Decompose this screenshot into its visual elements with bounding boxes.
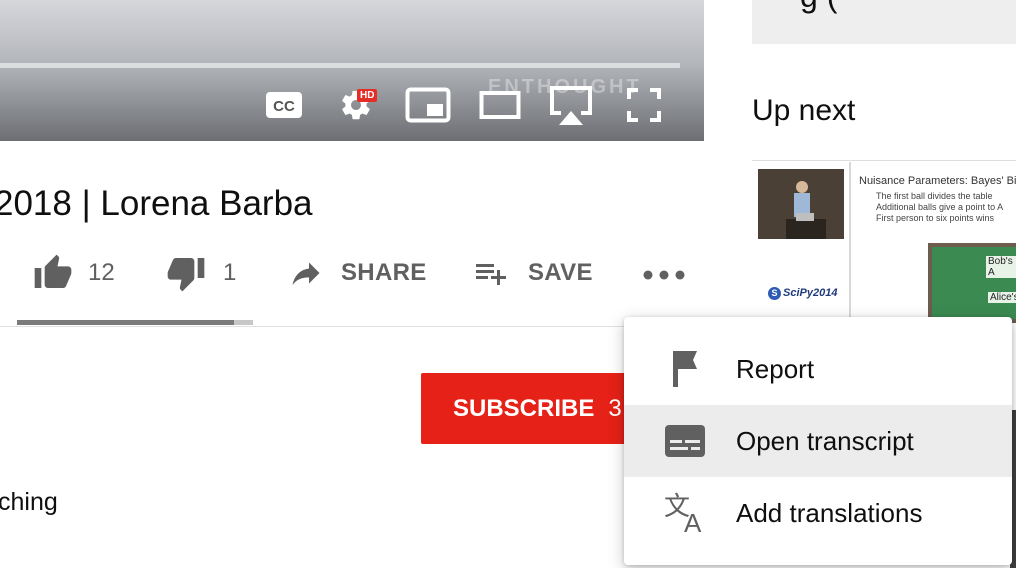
svg-text:A: A (684, 508, 702, 535)
billiard-table-graphic (928, 243, 1016, 323)
menu-item-label: Report (736, 353, 815, 384)
speaker-video-frame (758, 169, 844, 239)
menu-item-open-transcript[interactable]: Open transcript (624, 405, 1012, 477)
subtitles-cc-icon: CC (266, 92, 302, 118)
video-title: 2018 | Lorena Barba (0, 184, 313, 223)
slide-bullet: Additional balls give a point to A (876, 202, 1004, 212)
transcript-icon (657, 419, 713, 463)
fullscreen-button[interactable] (622, 86, 666, 124)
subtitles-cc-button[interactable]: CC (262, 86, 306, 124)
slide-label-bob: Bob's A (986, 256, 1016, 278)
slide-bullets: The first ball divides the table Additio… (876, 191, 1003, 224)
subscribe-label: SUBSCRIBE (453, 394, 595, 422)
description-snippet: ching (0, 488, 58, 516)
airplay-button[interactable] (546, 86, 596, 125)
menu-item-label: Open transcript (736, 425, 914, 456)
hd-badge: HD (357, 89, 378, 102)
svg-text:CC: CC (273, 98, 295, 115)
scipy-logo: S SciPy2014 (768, 287, 837, 300)
menu-item-add-translations[interactable]: 文 A Add translations (624, 477, 1012, 549)
sentiment-bar-likes (17, 320, 234, 325)
subscribe-button[interactable]: SUBSCRIBE 3 (421, 373, 651, 444)
more-horizontal-icon (643, 270, 685, 280)
thumbs-up-icon (34, 254, 72, 288)
progress-bar[interactable] (0, 63, 680, 68)
share-icon (292, 262, 320, 285)
miniplayer-icon (405, 87, 451, 123)
share-label: SHARE (341, 259, 427, 286)
more-actions-menu: Report Open transcript 文 A Add translati… (624, 317, 1012, 565)
up-next-heading: Up next (752, 94, 856, 127)
fullscreen-icon (627, 88, 661, 122)
slide-bullet: The first ball divides the table (876, 191, 993, 201)
airplay-icon (550, 86, 592, 125)
scipy-logo-mark: S (768, 287, 781, 300)
like-count: 12 (88, 259, 115, 286)
divider (0, 326, 706, 327)
save-label: SAVE (528, 259, 593, 286)
menu-item-label: Add translations (736, 497, 923, 528)
sidebar-top-card[interactable] (752, 0, 1016, 44)
theater-mode-button[interactable] (477, 86, 523, 124)
scipy-logo-text: SciPy2014 (783, 287, 838, 299)
subscriber-count: 3 (608, 394, 622, 422)
slide-heading: Nuisance Parameters: Bayes' Billia (859, 175, 1016, 187)
video-player[interactable]: ENTHOUGHT CC HD (0, 0, 704, 141)
theater-mode-icon (479, 91, 521, 119)
flag-icon (657, 347, 713, 391)
menu-item-report[interactable]: Report (624, 333, 1012, 405)
sidebar-top-text: g ( (800, 0, 837, 15)
dislike-count: 1 (223, 259, 237, 286)
share-button[interactable]: SHARE (286, 250, 427, 296)
slide-bullet: First person to six points wins (876, 213, 995, 223)
dislike-button[interactable]: 1 (165, 250, 236, 296)
miniplayer-button[interactable] (404, 86, 452, 124)
more-actions-button[interactable] (642, 250, 686, 296)
playlist-add-icon (476, 264, 506, 285)
speaker-figure (758, 169, 844, 239)
thumbs-down-icon (167, 258, 205, 292)
slide-label-alice: Alice's (988, 292, 1016, 303)
settings-button[interactable]: HD (334, 86, 384, 124)
like-button[interactable]: 12 (32, 250, 115, 296)
translate-icon: 文 A (657, 491, 713, 535)
save-button[interactable]: SAVE (472, 250, 593, 296)
slide-separator (849, 162, 851, 320)
